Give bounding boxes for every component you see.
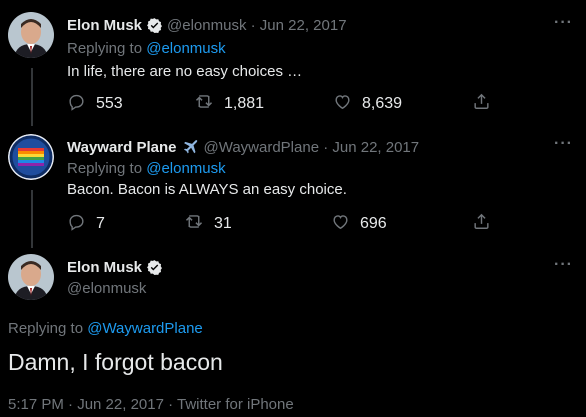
separator: · bbox=[246, 17, 260, 34]
reply-count: 553 bbox=[96, 95, 123, 112]
replying-prefix: Replying to bbox=[67, 40, 147, 57]
reply-icon bbox=[67, 92, 86, 116]
author-name[interactable]: Wayward Plane bbox=[67, 139, 176, 156]
share-button[interactable] bbox=[472, 212, 491, 236]
retweet-button[interactable]: 1,881 bbox=[194, 92, 264, 116]
replying-to: Replying to @elonmusk bbox=[67, 160, 226, 177]
like-icon bbox=[331, 212, 350, 236]
more-icon[interactable]: ··· bbox=[554, 256, 573, 274]
airplane-emoji-icon bbox=[181, 138, 199, 156]
replying-to: Replying to @elonmusk bbox=[67, 40, 226, 57]
retweet-icon bbox=[184, 212, 204, 236]
tweet-date[interactable]: Jun 22, 2017 bbox=[260, 17, 347, 34]
tweet-meta[interactable]: 5:17 PM · Jun 22, 2017 · Twitter for iPh… bbox=[8, 396, 294, 413]
retweet-count: 31 bbox=[214, 215, 232, 232]
retweet-button[interactable]: 31 bbox=[184, 212, 232, 236]
reply-button[interactable]: 553 bbox=[67, 92, 123, 116]
avatar-waywardplane[interactable] bbox=[8, 134, 54, 180]
author-handle[interactable]: @elonmusk bbox=[67, 280, 146, 297]
author-name[interactable]: Elon Musk bbox=[67, 259, 142, 276]
share-icon bbox=[472, 92, 491, 116]
share-icon bbox=[472, 212, 491, 236]
author-name[interactable]: Elon Musk bbox=[67, 17, 142, 34]
verified-badge-icon bbox=[146, 259, 163, 276]
tweet-date[interactable]: Jun 22, 2017 bbox=[332, 139, 419, 156]
retweet-count: 1,881 bbox=[224, 95, 265, 112]
replying-to-link[interactable]: @WaywardPlane bbox=[87, 320, 203, 337]
like-count: 696 bbox=[360, 215, 387, 232]
replying-to: Replying to @WaywardPlane bbox=[8, 320, 203, 337]
share-button[interactable] bbox=[472, 92, 491, 116]
avatar-elonmusk[interactable] bbox=[8, 254, 54, 300]
reply-icon bbox=[67, 212, 86, 236]
separator: · bbox=[319, 138, 333, 156]
like-button[interactable]: 696 bbox=[331, 212, 387, 236]
author-handle[interactable]: @WaywardPlane bbox=[203, 139, 319, 156]
reply-button[interactable]: 7 bbox=[67, 212, 105, 236]
avatar-elonmusk[interactable] bbox=[8, 12, 54, 58]
like-icon bbox=[333, 92, 352, 116]
thread-line bbox=[31, 190, 33, 248]
verified-badge-icon bbox=[146, 17, 163, 34]
thread-line bbox=[31, 68, 33, 126]
retweet-icon bbox=[194, 92, 214, 116]
author-handle[interactable]: @elonmusk bbox=[167, 17, 246, 34]
tweet-text: In life, there are no easy choices … bbox=[67, 63, 303, 80]
tweet-text: Bacon. Bacon is ALWAYS an easy choice. bbox=[67, 181, 347, 198]
replying-to-link[interactable]: @elonmusk bbox=[146, 160, 225, 177]
replying-prefix: Replying to bbox=[8, 320, 88, 337]
more-icon[interactable]: ··· bbox=[554, 14, 573, 32]
replying-prefix: Replying to bbox=[67, 160, 147, 177]
more-icon[interactable]: ··· bbox=[554, 135, 573, 153]
reply-count: 7 bbox=[96, 215, 105, 232]
replying-to-link[interactable]: @elonmusk bbox=[146, 40, 225, 57]
like-button[interactable]: 8,639 bbox=[333, 92, 402, 116]
tweet-text: Damn, I forgot bacon bbox=[8, 349, 223, 375]
like-count: 8,639 bbox=[362, 95, 403, 112]
